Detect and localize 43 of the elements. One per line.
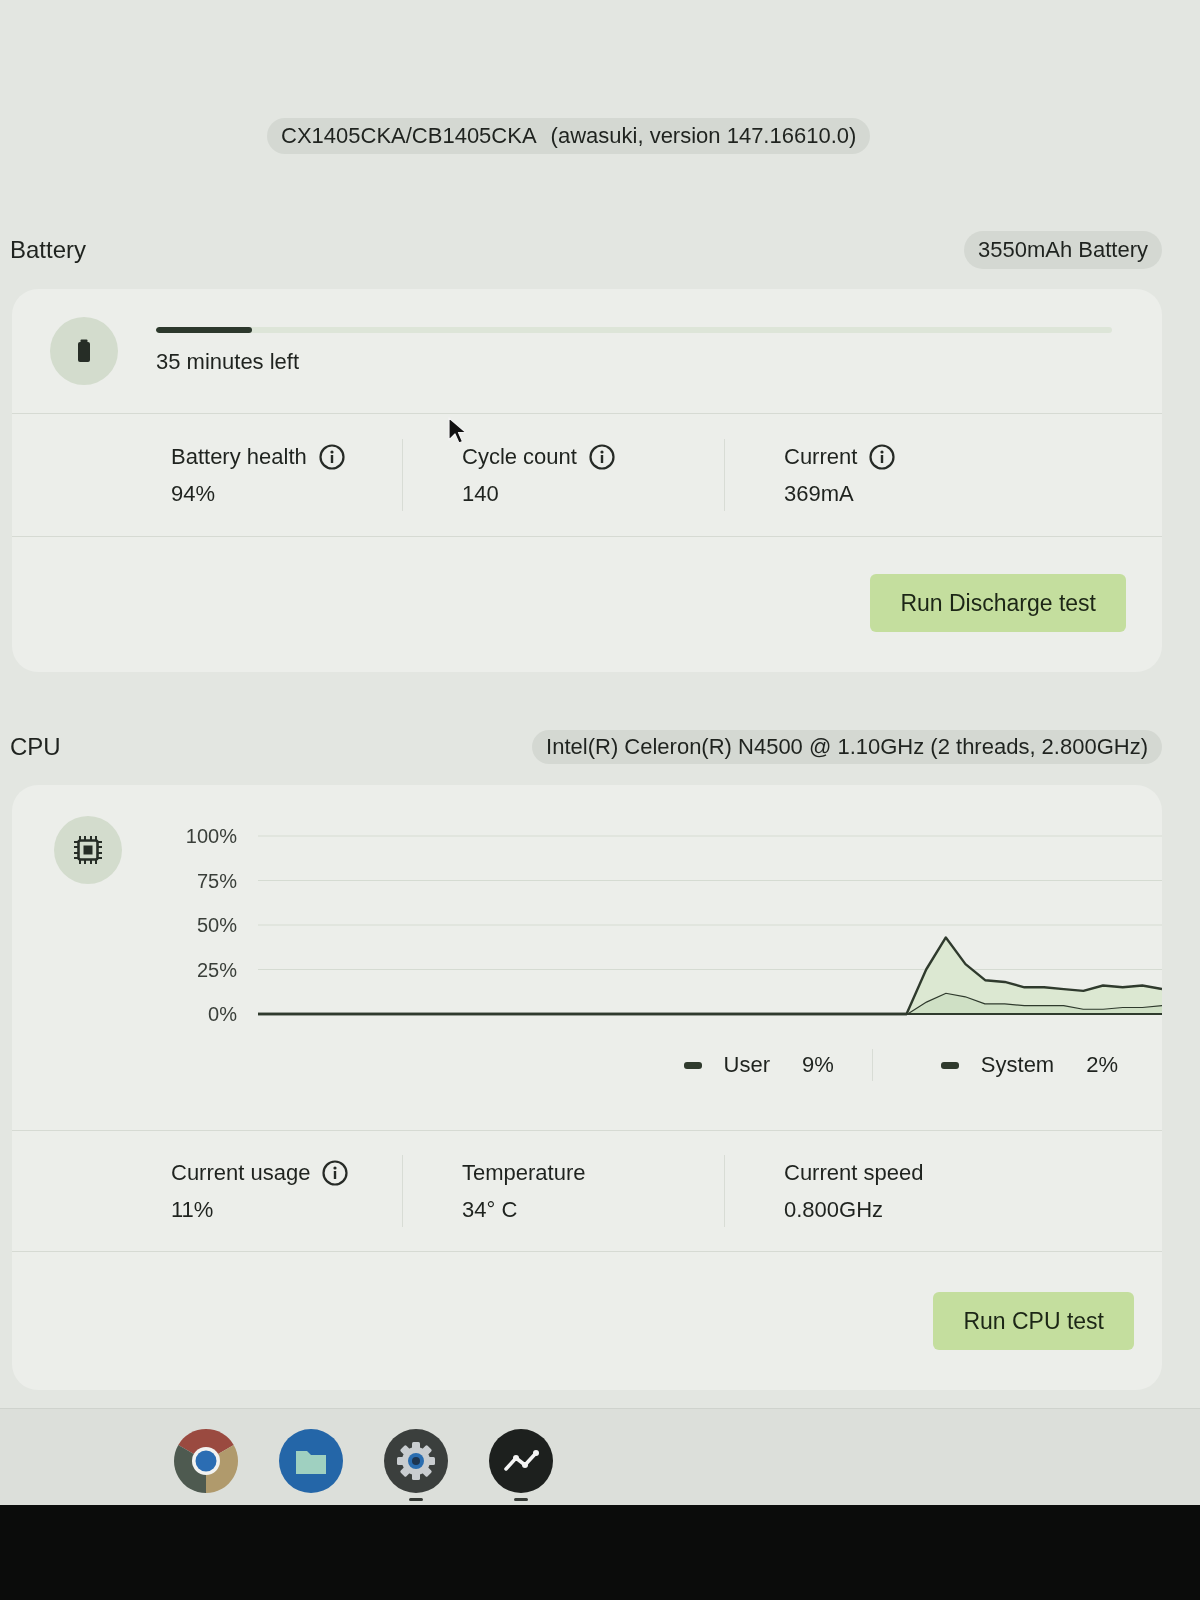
stat-label: Temperature: [462, 1160, 586, 1186]
y-axis-label: 0%: [208, 1003, 237, 1025]
info-icon[interactable]: [318, 444, 345, 470]
stat-label: Current: [784, 444, 858, 470]
line-graph-icon[interactable]: [489, 1429, 553, 1493]
run-cpu-test-button[interactable]: Run CPU test: [933, 1292, 1134, 1350]
run-discharge-test-button[interactable]: Run Discharge test: [870, 574, 1126, 632]
stat-label: Current speed: [784, 1160, 924, 1186]
stat-value: 94%: [171, 481, 216, 507]
y-axis-label: 100%: [185, 825, 237, 847]
processor-tag: Intel(R) Celeron(R) N4500 @ 1.10GHz (2 threads, 2.800GHz): [532, 730, 1162, 764]
capacity-tag: 3550mAh Battery: [964, 231, 1162, 269]
stat-value: 0.800GHz: [784, 1197, 884, 1223]
section-title: CPU: [10, 733, 61, 761]
info-icon[interactable]: [869, 444, 896, 470]
legend-value: 2%: [1086, 1052, 1118, 1078]
y-axis-label: 25%: [196, 958, 237, 981]
stat-value: 140: [462, 481, 499, 507]
info-icon[interactable]: [322, 1160, 349, 1186]
chip-icon: [54, 816, 122, 884]
stat-value: 369mA: [784, 481, 854, 507]
settings-icon[interactable]: [384, 1429, 448, 1493]
time-remaining-text: 35 minutes left: [156, 349, 300, 375]
tricolor-circle-icon[interactable]: [174, 1429, 238, 1493]
stat-value: 34° C: [462, 1197, 518, 1223]
y-axis-label: 75%: [196, 869, 237, 892]
stat-label: Battery health: [171, 444, 307, 470]
os-version: (awasuki, version 147.16610.0): [550, 123, 857, 149]
section-title: Battery: [10, 236, 87, 264]
legend-marker-icon: [683, 1061, 702, 1069]
info-icon[interactable]: [588, 444, 615, 470]
legend-value: 9%: [802, 1052, 834, 1078]
stat-label: Cycle count: [462, 444, 577, 470]
legend-label: User: [723, 1052, 771, 1078]
stat-label: Current usage: [171, 1160, 311, 1186]
y-axis-label: 50%: [196, 914, 237, 936]
device-model: CX1405CKA/CB1405CKA: [281, 123, 537, 149]
legend-marker-icon: [940, 1061, 959, 1069]
legend-label: System: [980, 1052, 1055, 1078]
folder-icon[interactable]: [279, 1429, 343, 1493]
battery-icon: [50, 317, 118, 385]
cursor-icon: [447, 416, 467, 444]
stat-value: 11%: [171, 1197, 214, 1223]
